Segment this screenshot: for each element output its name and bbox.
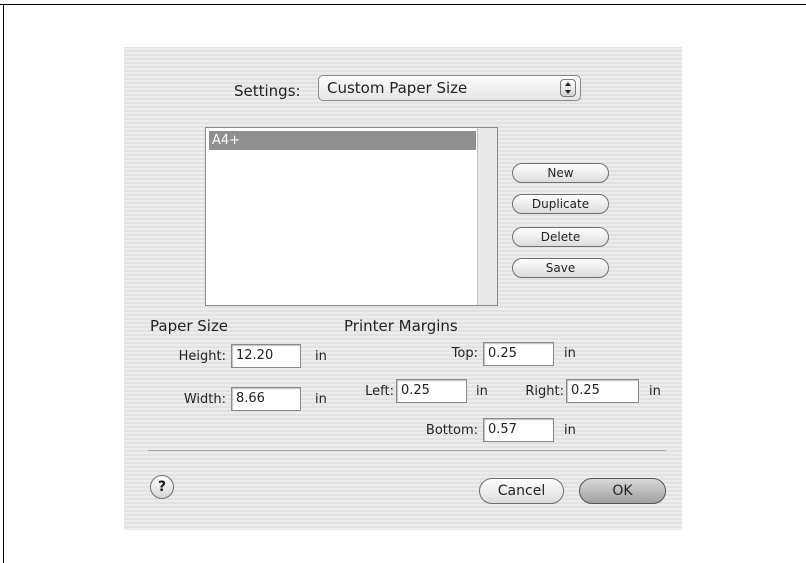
left-margin-field[interactable]: 0.25 — [396, 379, 467, 403]
delete-button[interactable]: Delete — [512, 227, 609, 247]
list-scrollbar[interactable] — [477, 128, 497, 305]
divider — [148, 450, 666, 451]
width-unit: in — [315, 392, 327, 407]
help-button[interactable]: ? — [150, 475, 174, 499]
ok-button[interactable]: OK — [579, 478, 666, 504]
height-unit: in — [315, 349, 327, 364]
paper-size-title: Paper Size — [150, 317, 229, 335]
page-frame-top — [0, 4, 806, 5]
printer-margins-title: Printer Margins — [344, 317, 458, 335]
bottom-label: Bottom: — [425, 423, 478, 438]
settings-label: Settings: — [234, 82, 301, 100]
width-field[interactable]: 8.66 — [231, 387, 301, 411]
settings-popup-value: Custom Paper Size — [327, 79, 468, 97]
cancel-button[interactable]: Cancel — [479, 478, 564, 504]
right-unit: in — [649, 384, 661, 399]
top-label: Top: — [451, 346, 478, 361]
right-margin-field[interactable]: 0.25 — [566, 379, 639, 403]
paper-size-list[interactable]: A4+ — [205, 127, 498, 306]
top-unit: in — [564, 346, 576, 361]
save-button[interactable]: Save — [512, 258, 609, 278]
height-label: Height: — [178, 349, 226, 364]
bottom-unit: in — [564, 423, 576, 438]
bottom-margin-field[interactable]: 0.57 — [483, 418, 554, 442]
duplicate-button[interactable]: Duplicate — [512, 194, 609, 214]
list-item[interactable]: A4+ — [209, 131, 476, 150]
page-frame-left — [3, 4, 4, 563]
right-label: Right: — [525, 384, 564, 399]
custom-paper-size-dialog: Settings: Custom Paper Size A4+ New Dupl… — [124, 47, 682, 530]
new-button[interactable]: New — [512, 163, 609, 183]
settings-popup[interactable]: Custom Paper Size — [318, 75, 581, 101]
popup-stepper-icon — [560, 79, 576, 97]
top-margin-field[interactable]: 0.25 — [483, 342, 554, 366]
left-label: Left: — [365, 384, 394, 399]
height-field[interactable]: 12.20 — [231, 344, 301, 368]
left-unit: in — [476, 384, 488, 399]
width-label: Width: — [183, 392, 226, 407]
help-icon: ? — [157, 479, 167, 495]
